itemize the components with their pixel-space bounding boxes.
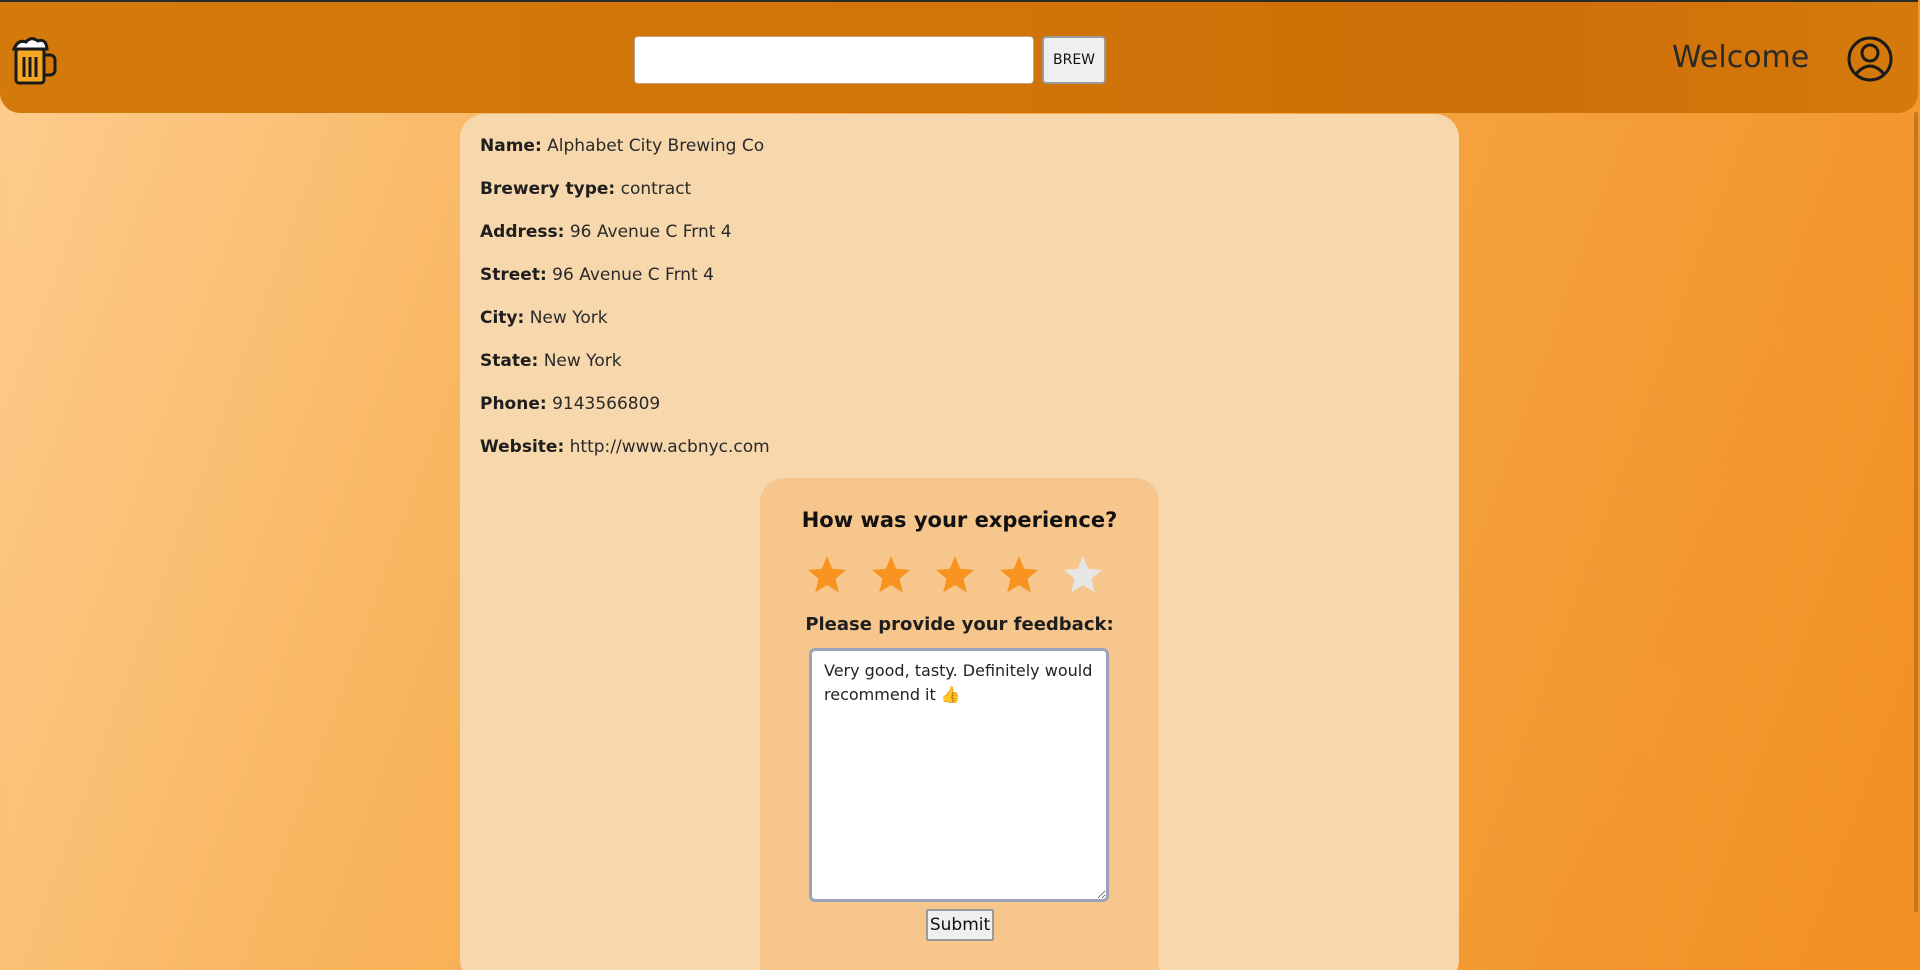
star-2-icon[interactable]: [870, 554, 912, 596]
submit-button[interactable]: Submit: [926, 909, 994, 941]
user-circle-icon[interactable]: [1846, 35, 1894, 83]
star-3-icon[interactable]: [934, 554, 976, 596]
feedback-panel: How was your experience? Please provide …: [760, 478, 1159, 970]
star-1-icon[interactable]: [806, 554, 848, 596]
field-label: Brewery type:: [480, 179, 616, 199]
field-label: Name:: [480, 136, 542, 156]
field-street: Street: 96 Avenue C Frnt 4: [480, 265, 714, 285]
field-label: Phone:: [480, 394, 547, 414]
field-brewery-type: Brewery type: contract: [480, 179, 691, 199]
brewery-details-card: Name: Alphabet City Brewing Co Brewery t…: [460, 114, 1459, 970]
field-value: http://www.acbnyc.com: [569, 437, 770, 457]
field-label: Street:: [480, 265, 547, 285]
field-value: 96 Avenue C Frnt 4: [552, 265, 714, 285]
feedback-textarea[interactable]: Very good, tasty. Definitely would recom…: [809, 648, 1109, 902]
star-4-icon[interactable]: [998, 554, 1040, 596]
field-value: Alphabet City Brewing Co: [547, 136, 765, 156]
feedback-label: Please provide your feedback:: [805, 614, 1114, 635]
field-name: Name: Alphabet City Brewing Co: [480, 136, 764, 156]
field-label: State:: [480, 351, 539, 371]
field-value: New York: [543, 351, 622, 371]
field-label: Website:: [480, 437, 565, 457]
field-value: New York: [529, 308, 608, 328]
field-city: City: New York: [480, 308, 608, 328]
top-navigation-bar: BREW Welcome: [0, 0, 1918, 113]
search-input[interactable]: [634, 36, 1034, 84]
field-state: State: New York: [480, 351, 622, 371]
welcome-text: Welcome: [1672, 40, 1810, 75]
beer-mug-icon[interactable]: [12, 35, 58, 87]
field-value: 96 Avenue C Frnt 4: [569, 222, 732, 242]
feedback-title: How was your experience?: [801, 508, 1118, 532]
field-value: 9143566809: [552, 394, 661, 414]
field-address: Address: 96 Avenue C Frnt 4: [480, 222, 732, 242]
field-website: Website: http://www.acbnyc.com: [480, 437, 770, 457]
page-scrollbar[interactable]: [1914, 112, 1918, 912]
brew-button[interactable]: BREW: [1042, 36, 1106, 84]
star-rating: [806, 554, 1104, 596]
field-value: contract: [620, 179, 692, 199]
field-label: Address:: [480, 222, 565, 242]
field-phone: Phone: 9143566809: [480, 394, 660, 414]
field-label: City:: [480, 308, 525, 328]
star-5-icon[interactable]: [1062, 554, 1104, 596]
